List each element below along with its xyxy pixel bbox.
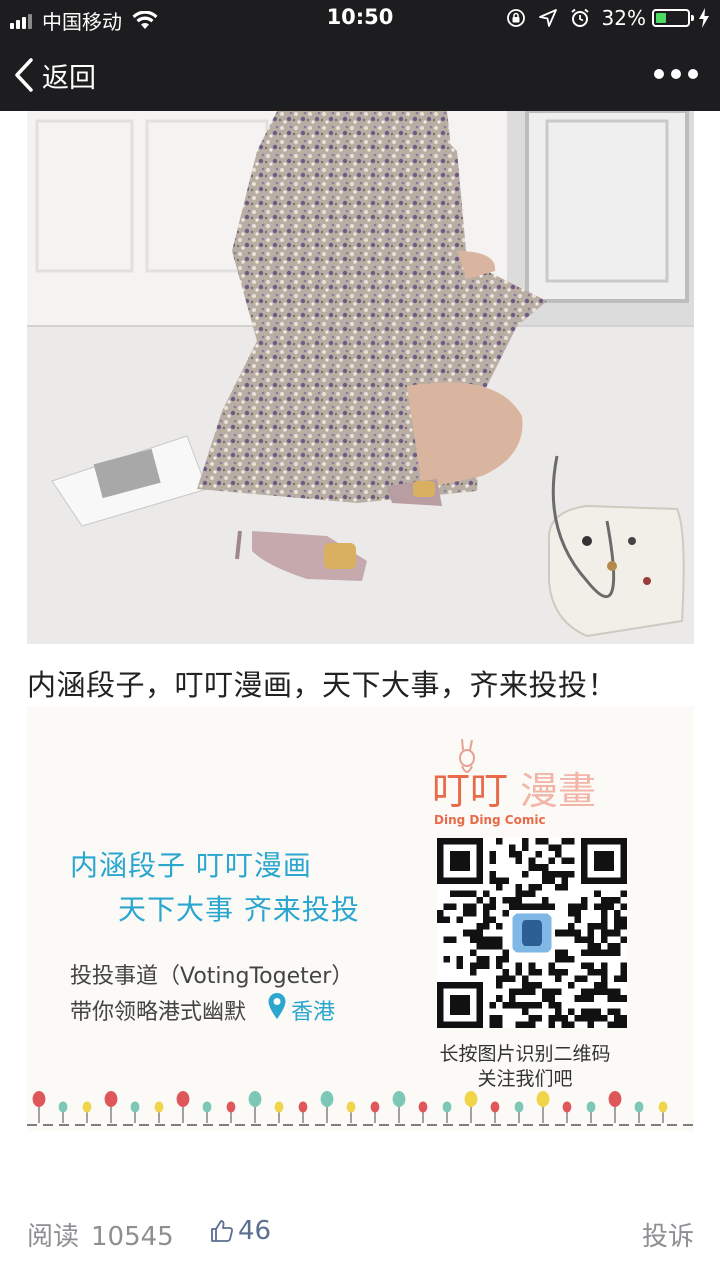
logo-title-left: 叮叮 [432,769,508,813]
read-label: 阅读 [27,1222,80,1252]
article-footer: 阅读 10545 46 投诉 [27,1212,694,1252]
qr-hint-line-1: 长按图片识别二维码 [439,1043,611,1065]
back-button[interactable]: 返回 [14,54,96,96]
read-number: 10545 [91,1222,174,1252]
logo-subtitle: Ding Ding Comic [434,813,546,827]
slogan-line-2: 天下大事 齐来投投 [118,893,360,926]
charging-bolt-icon [699,8,709,28]
lock-rotation-icon [506,9,525,27]
location-pin-icon [268,993,286,1019]
battery-icon [652,9,694,27]
qr-code-matrix [437,838,627,1028]
brand-line-1: 投投事道（VotingTogeter） [70,964,354,989]
carrier-name: 中国移动 [42,10,122,34]
read-count: 阅读 10545 [27,1216,174,1253]
nav-bar: 返回 [0,44,720,106]
logo-title-right: 漫畫 [520,769,596,813]
like-count: 46 [238,1216,272,1246]
wifi-icon [132,10,158,29]
like-button[interactable]: 46 [210,1216,271,1246]
article-caption: 内涵段子，叮叮漫画，天下大事，齐来投投！ [27,668,618,702]
location-arrow-icon [538,9,557,27]
brand-line-2: 带你领略港式幽默 [70,1000,247,1025]
battery-level-fill [656,13,666,23]
battery-percent: 32% [601,6,646,30]
ding-ding-comic-logo: 叮叮 漫畫 Ding Ding Comic [432,738,596,827]
alarm-icon [570,8,589,27]
location-label: 香港 [291,1000,336,1025]
wechat-article-page: 中国移动 10:50 32% 返回 内涵段子，叮叮漫画，天下大事，齐来投投！ 叮… [0,0,720,1280]
fashion-photo-illustration [27,111,694,644]
qr-code[interactable] [437,838,627,1028]
chevron-left-icon [15,58,33,92]
thumbs-up-icon [211,1220,233,1242]
more-dots-icon[interactable] [654,64,698,84]
decorative-trees-border [27,1091,694,1126]
slogan-line-1: 内涵段子 叮叮漫画 [70,849,312,882]
article-photo [27,111,694,644]
back-label: 返回 [42,62,96,94]
report-link[interactable]: 投诉 [642,1216,694,1253]
status-bar: 中国移动 10:50 32% [0,0,720,36]
promo-card-image[interactable]: 叮叮 漫畫 Ding Ding Comic 内涵段子 叮叮漫画 天下大事 齐来投… [27,706,694,1131]
top-bar: 中国移动 10:50 32% 返回 [0,0,720,111]
signal-icon [10,13,34,29]
